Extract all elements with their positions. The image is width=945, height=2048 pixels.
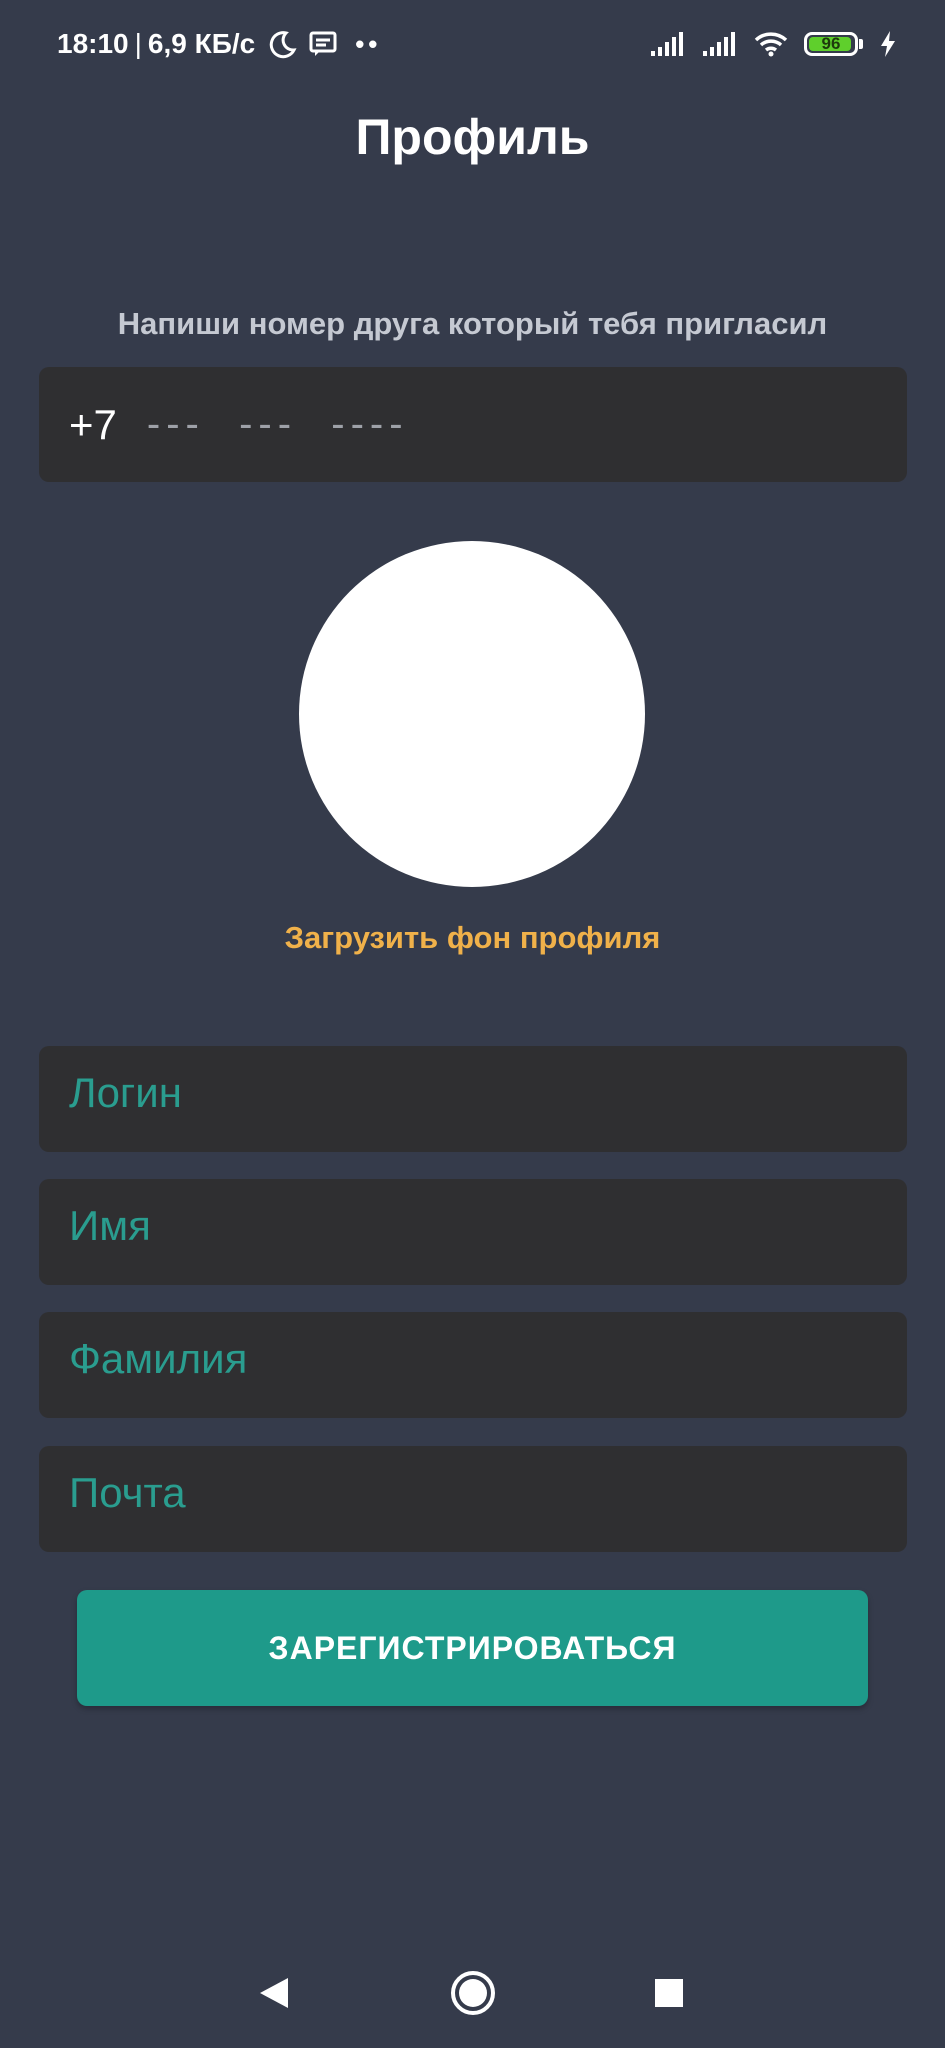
recents-icon[interactable] [644, 1968, 694, 2018]
status-bar-right: 96 [634, 24, 897, 64]
status-separator: | [134, 28, 142, 59]
login-field-container [39, 1046, 907, 1152]
network-speed: 6,9 КБ/с [147, 28, 256, 59]
signal-icon [650, 31, 686, 57]
phone-mask-placeholder: --- --- ---- [146, 402, 409, 446]
moon-icon [267, 29, 297, 59]
battery-icon: 96 [804, 32, 863, 56]
avatar[interactable] [299, 541, 645, 887]
register-button[interactable]: ЗАРЕГИСТРИРОВАТЬСЯ [77, 1590, 868, 1706]
message-icon [309, 31, 337, 57]
email-field-container [39, 1446, 907, 1552]
home-icon[interactable] [448, 1968, 498, 2018]
last-name-field-container [39, 1312, 907, 1418]
last-name-input[interactable] [69, 1335, 907, 1383]
status-time: 18:10 [57, 28, 129, 59]
signal-icon-2 [702, 31, 738, 57]
more-dots-icon: •• [355, 28, 382, 59]
referrer-phone-input[interactable]: +7 --- --- ---- [39, 367, 907, 482]
charging-icon [879, 30, 897, 58]
navigation-bar [0, 1950, 945, 2030]
upload-profile-background-link[interactable]: Загрузить фон профиля [0, 920, 945, 956]
page-title: Профиль [355, 109, 590, 165]
email-input[interactable] [69, 1469, 907, 1517]
phone-country-code: +7 [69, 400, 117, 448]
first-name-input[interactable] [69, 1202, 907, 1250]
back-icon[interactable] [249, 1968, 299, 2018]
status-bar: 18:10 | 6,9 КБ/с •• 96 [0, 0, 945, 88]
first-name-field-container [39, 1179, 907, 1285]
invite-prompt: Напиши номер друга который тебя пригласи… [117, 306, 828, 341]
login-input[interactable] [69, 1069, 907, 1117]
battery-level: 96 [821, 34, 841, 53]
status-bar-left: 18:10 | 6,9 КБ/с •• [57, 24, 381, 64]
wifi-icon [754, 31, 788, 57]
